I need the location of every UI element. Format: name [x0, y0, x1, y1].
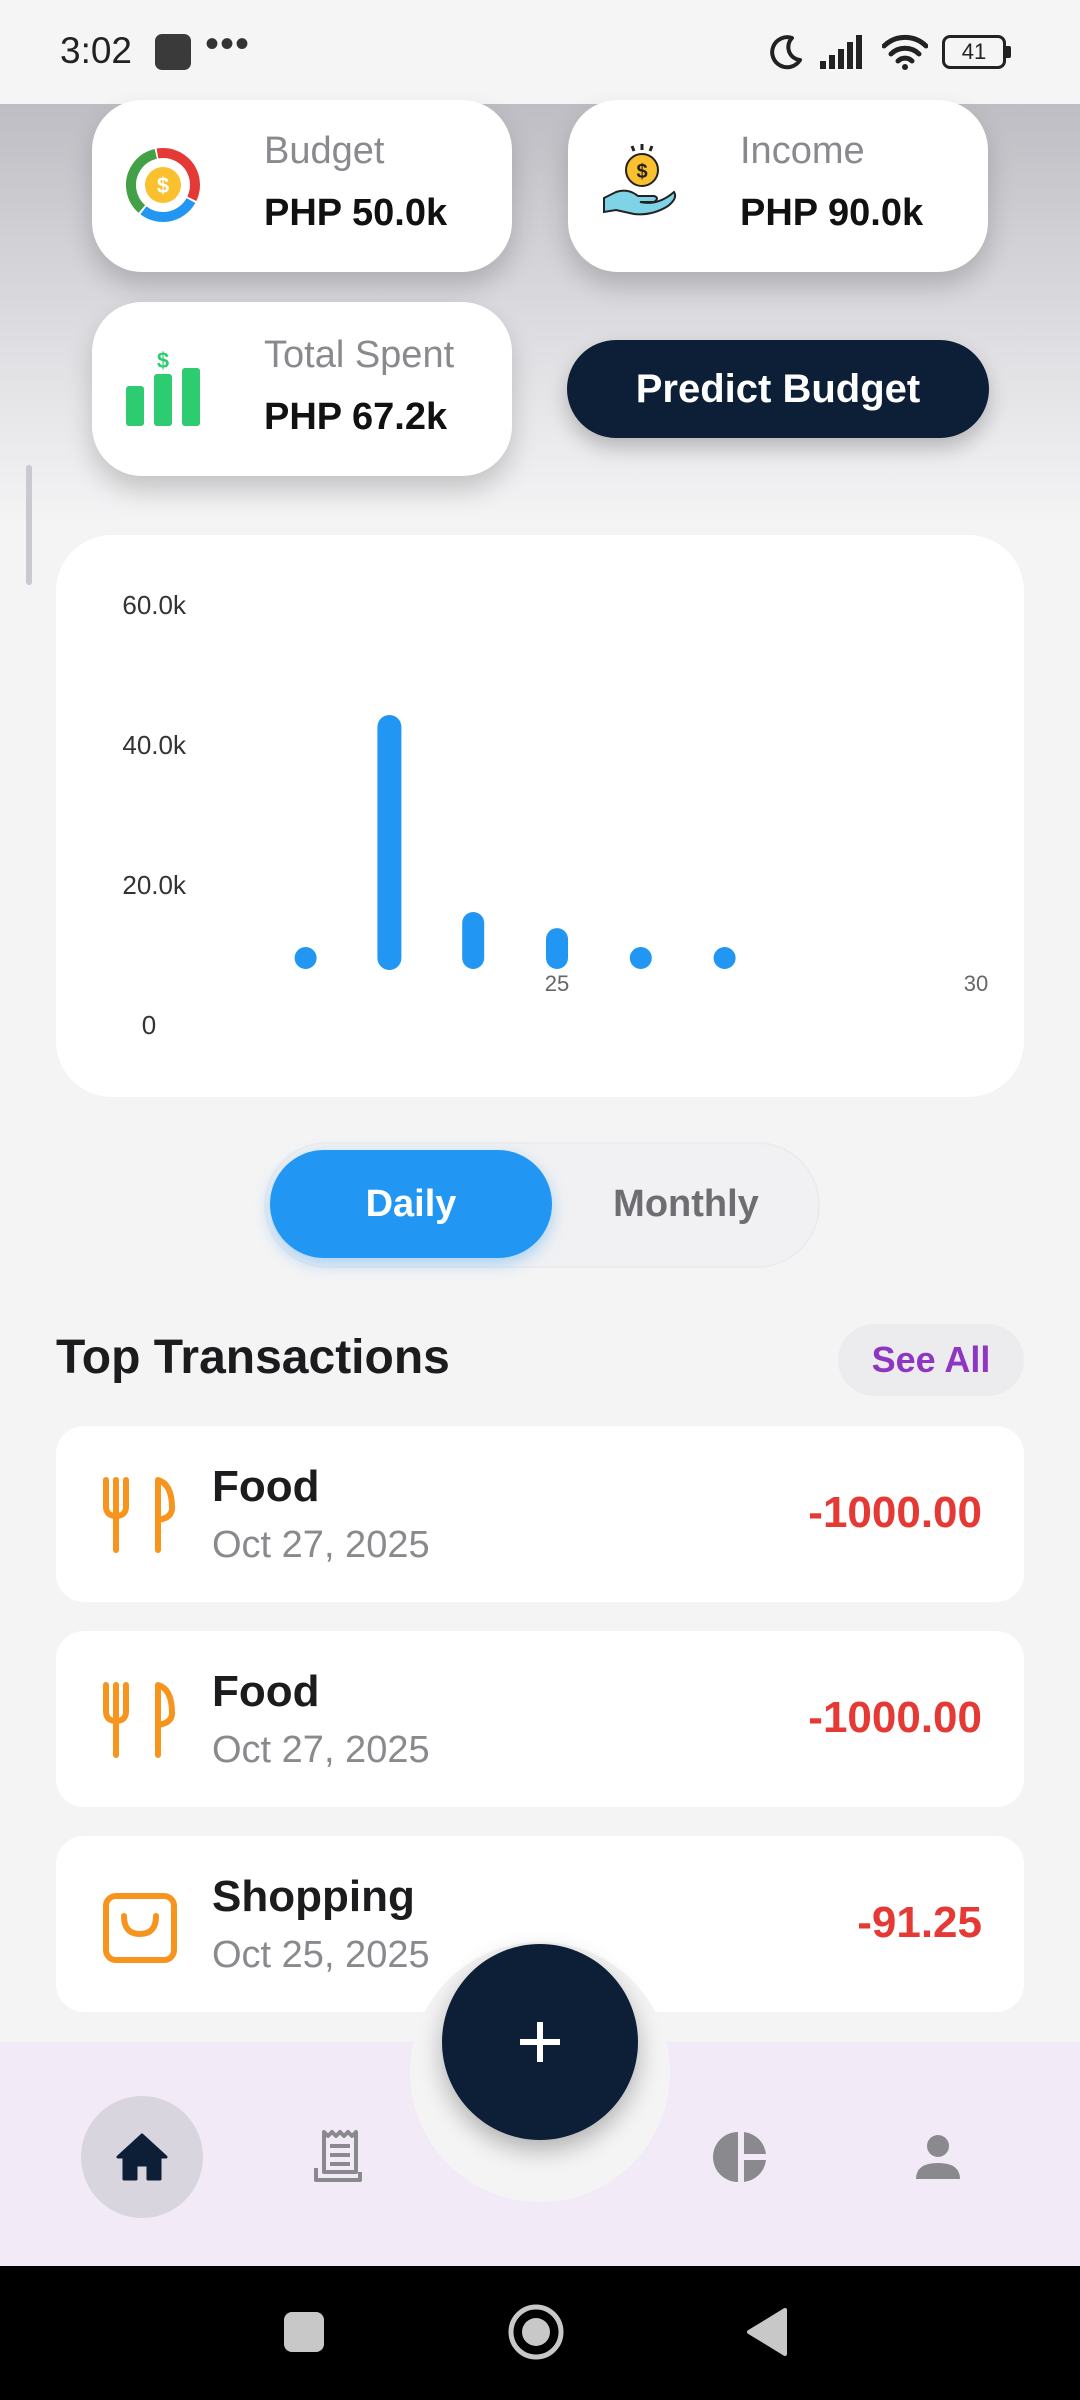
signal-icon [820, 35, 862, 69]
fork-knife-icon [103, 1682, 175, 1758]
system-navigation-bar [0, 2266, 1080, 2400]
transaction-amount: -91.25 [857, 1898, 982, 1947]
section-title: Top Transactions [56, 1331, 450, 1384]
budget-value: PHP 50.0k [264, 192, 448, 234]
back-icon[interactable] [745, 2307, 789, 2357]
budget-card[interactable]: $ Budget PHP 50.0k [92, 100, 512, 272]
budget-label: Budget [264, 130, 385, 172]
recents-icon[interactable] [283, 2311, 325, 2353]
svg-text:$: $ [157, 348, 169, 373]
chart-bar [546, 928, 568, 969]
nav-profile[interactable] [877, 2096, 999, 2218]
income-label: Income [740, 130, 865, 172]
y-tick-label: 0 [142, 1010, 156, 1040]
transaction-date: Oct 27, 2025 [212, 1729, 430, 1771]
period-toggle: Daily Monthly [264, 1142, 820, 1268]
status-time: 3:02 [60, 30, 133, 71]
total-spent-value: PHP 67.2k [264, 396, 448, 438]
pie-chart-icon [713, 2132, 766, 2182]
chart-canvas: 0 20.0k 40.0k 60.0k 25 30 [122, 590, 988, 1040]
transaction-amount: -1000.00 [808, 1693, 982, 1742]
battery-icon: 41 [942, 35, 1012, 69]
add-transaction-button[interactable] [442, 1944, 638, 2140]
transaction-title: Food [212, 1667, 320, 1716]
scrollbar[interactable] [26, 465, 32, 585]
person-icon [916, 2135, 960, 2179]
transaction-title: Food [212, 1462, 320, 1511]
donut-dollar-icon: $ [126, 148, 200, 222]
transaction-date: Oct 25, 2025 [212, 1934, 430, 1976]
nav-home[interactable] [81, 2096, 203, 2218]
transaction-item[interactable]: Food Oct 27, 2025 -1000.00 [56, 1426, 1024, 1602]
y-tick-label: 60.0k [122, 590, 187, 620]
bar-chart-dollar-icon: $ [126, 348, 200, 426]
fork-knife-icon [103, 1477, 175, 1553]
see-all-button[interactable]: See All [838, 1324, 1024, 1396]
total-spent-card[interactable]: $ Total Spent PHP 67.2k [92, 302, 512, 476]
notification-icon [155, 34, 191, 70]
y-tick-label: 20.0k [122, 870, 187, 900]
daily-toggle-button[interactable]: Daily [270, 1150, 552, 1258]
status-bar: 3:02 ••• 41 [0, 0, 1080, 104]
x-tick-label: 25 [545, 971, 569, 996]
wifi-icon [882, 34, 928, 70]
predict-budget-button[interactable]: Predict Budget [567, 340, 989, 438]
moon-icon [770, 35, 802, 70]
x-tick-label: 30 [964, 971, 988, 996]
shopping-bag-icon [103, 1893, 177, 1963]
chart-bar [377, 715, 402, 970]
plus-icon [520, 2022, 560, 2062]
transaction-amount: -1000.00 [808, 1488, 982, 1537]
home-button-icon[interactable] [507, 2303, 565, 2361]
total-spent-label: Total Spent [264, 334, 455, 376]
receipt-icon [314, 2130, 362, 2182]
hand-coin-icon: $ [603, 144, 677, 216]
chart-bar [629, 947, 652, 969]
nav-transactions[interactable] [278, 2096, 400, 2218]
monthly-toggle-button[interactable]: Monthly [556, 1150, 816, 1258]
svg-text:$: $ [636, 161, 647, 183]
transaction-item[interactable]: Food Oct 27, 2025 -1000.00 [56, 1631, 1024, 1807]
more-notifications-icon: ••• [205, 22, 251, 66]
income-card[interactable]: $ Income PHP 90.0k [568, 100, 988, 272]
income-value: PHP 90.0k [740, 192, 924, 234]
nav-statistics[interactable] [680, 2096, 802, 2218]
spending-chart: 0 20.0k 40.0k 60.0k 25 30 [56, 535, 1024, 1097]
transaction-title: Shopping [212, 1872, 415, 1921]
transaction-date: Oct 27, 2025 [212, 1524, 430, 1566]
y-tick-label: 40.0k [122, 730, 187, 760]
svg-text:$: $ [157, 173, 169, 198]
chart-bar [294, 947, 317, 969]
chart-bar [713, 947, 736, 969]
chart-bar [462, 912, 485, 969]
home-icon [116, 2133, 168, 2181]
battery-level: 41 [961, 39, 987, 64]
